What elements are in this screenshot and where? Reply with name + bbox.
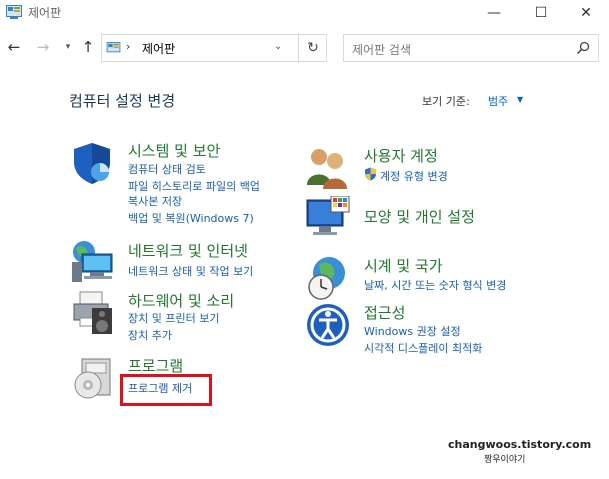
shield-icon[interactable] — [70, 140, 116, 186]
category-title-appearance-personalization[interactable]: 모양 및 개인 설정 — [364, 206, 475, 227]
search-box[interactable]: 제어판 검색 — [343, 34, 599, 62]
link-change-account-type[interactable]: 계정 유형 변경 — [380, 168, 448, 184]
window-title: 제어판 — [28, 6, 62, 20]
breadcrumb-separator[interactable]: › — [126, 40, 130, 53]
view-by-caret-icon[interactable]: ▼ — [517, 95, 523, 104]
view-by-dropdown[interactable]: 범주 — [488, 93, 508, 109]
link-file-history-backup[interactable]: 파일 히스토리로 파일의 백업 — [128, 178, 260, 194]
category-title-system-security[interactable]: 시스템 및 보안 — [128, 140, 220, 161]
link-network-status-tasks[interactable]: 네트워크 상태 및 작업 보기 — [128, 263, 253, 279]
link-save-backup-copies[interactable]: 복사본 저장 — [128, 193, 182, 209]
address-bar[interactable]: › 제어판 ⌄ — [101, 34, 327, 62]
maximize-button[interactable]: ☐ — [519, 0, 563, 26]
link-optimize-visual-display[interactable]: 시각적 디스플레이 최적화 — [364, 340, 482, 356]
network-globe-icon[interactable] — [70, 240, 116, 286]
users-icon[interactable] — [305, 145, 351, 191]
uac-shield-icon — [365, 167, 376, 181]
navigation-bar: ← → ▾ ↑ › 제어판 ⌄ ↻ 제어판 검색 — [0, 30, 609, 64]
recent-locations-chevron-icon[interactable]: ▾ — [58, 35, 78, 59]
category-title-user-accounts[interactable]: 사용자 계정 — [364, 145, 438, 166]
category-title-ease-of-access[interactable]: 접근성 — [364, 302, 405, 323]
up-arrow-icon[interactable]: ↑ — [78, 35, 98, 59]
monitor-palette-icon[interactable] — [305, 196, 351, 242]
watermark-url: changwoos.tistory.com — [448, 438, 592, 451]
link-backup-restore-win7[interactable]: 백업 및 복원(Windows 7) — [128, 210, 254, 226]
uninstall-highlight-box — [120, 374, 212, 406]
category-title-clock-region[interactable]: 시계 및 국가 — [364, 255, 443, 276]
close-button[interactable]: ✕ — [564, 0, 608, 26]
program-disc-icon[interactable] — [70, 355, 116, 401]
category-title-programs[interactable]: 프로그램 — [128, 355, 183, 376]
link-change-date-time-format[interactable]: 날짜, 시간 또는 숫자 형식 변경 — [364, 277, 506, 293]
link-review-computer-status[interactable]: 컴퓨터 상태 검토 — [128, 161, 206, 177]
address-dropdown-icon[interactable]: ⌄ — [274, 41, 282, 52]
search-icon[interactable] — [576, 41, 590, 55]
search-placeholder: 제어판 검색 — [352, 43, 412, 57]
breadcrumb-control-panel[interactable]: 제어판 — [142, 40, 175, 57]
link-windows-recommended-settings[interactable]: Windows 권장 설정 — [364, 323, 461, 339]
view-by-label: 보기 기준: — [422, 95, 470, 108]
category-title-network-internet[interactable]: 네트워크 및 인터넷 — [128, 240, 248, 261]
control-panel-icon — [6, 5, 22, 19]
back-arrow-icon[interactable]: ← — [4, 35, 24, 59]
link-add-device[interactable]: 장치 추가 — [128, 327, 172, 343]
control-panel-icon — [106, 42, 121, 53]
watermark-name: 짱우이야기 — [484, 455, 526, 465]
title-bar: 제어판 — ☐ ✕ — [0, 0, 609, 26]
category-title-hardware-sound[interactable]: 하드웨어 및 소리 — [128, 290, 234, 311]
minimize-button[interactable]: — — [472, 0, 516, 26]
refresh-button[interactable]: ↻ — [298, 34, 327, 62]
forward-arrow-icon[interactable]: → — [33, 35, 53, 59]
accessibility-icon[interactable] — [305, 302, 351, 348]
clock-globe-icon[interactable] — [305, 255, 351, 301]
link-view-devices-printers[interactable]: 장치 및 프린터 보기 — [128, 310, 219, 326]
page-title: 컴퓨터 설정 변경 — [69, 92, 176, 110]
printer-speaker-icon[interactable] — [70, 290, 116, 336]
